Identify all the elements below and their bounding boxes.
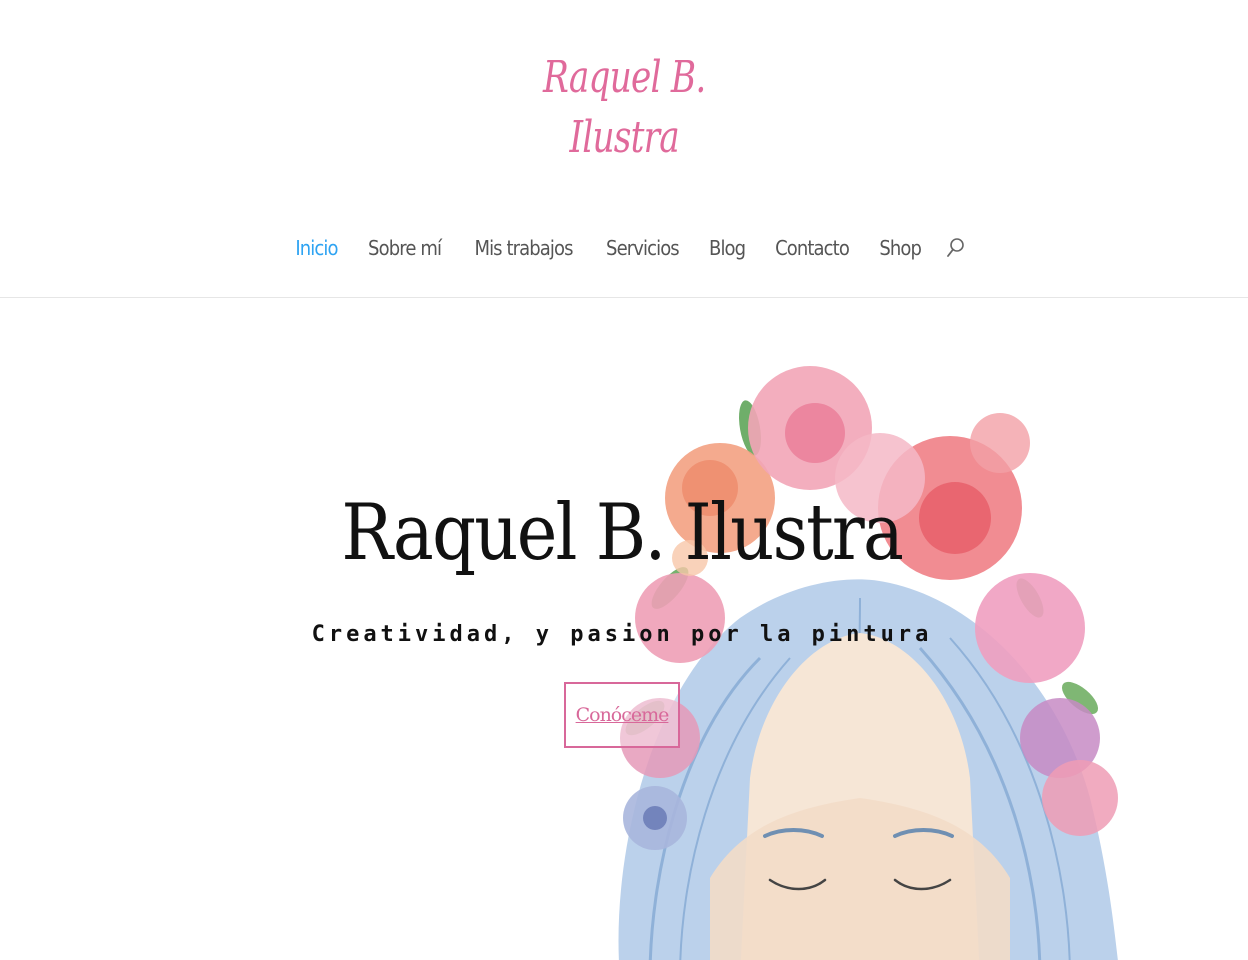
nav-item-blog[interactable]: Blog	[709, 236, 746, 260]
logo-line-1: Raquel B.	[542, 52, 706, 103]
nav-item-shop[interactable]: Shop	[879, 236, 922, 260]
hero-illustration	[618, 366, 1118, 960]
nav-item-contacto[interactable]: Contacto	[775, 236, 850, 260]
search-icon[interactable]	[945, 235, 967, 261]
nav-item-servicios[interactable]: Servicios	[606, 236, 680, 260]
conoceme-button[interactable]: Conóceme	[564, 682, 680, 748]
nav-item-sobre-mi[interactable]: Sobre mí	[368, 236, 442, 260]
hero-subtitle: Creatividad, y pasion por la pintura	[311, 622, 933, 647]
nav-item-mis-trabajos[interactable]: Mis trabajos	[474, 236, 573, 260]
hero-title: Raquel B. Ilustra	[341, 488, 903, 578]
nav-item-inicio[interactable]: Inicio	[295, 236, 338, 260]
site-header: Raquel B. Ilustra Inicio Sobre mí Mis tr…	[0, 0, 1248, 298]
logo-line-2: Ilustra	[569, 112, 679, 163]
main-nav: Inicio Sobre mí Mis trabajos Servicios B…	[0, 228, 1248, 268]
site-logo[interactable]: Raquel B. Ilustra	[138, 48, 1111, 168]
hero-section: Raquel B. Ilustra Creatividad, y pasion …	[0, 298, 1248, 960]
